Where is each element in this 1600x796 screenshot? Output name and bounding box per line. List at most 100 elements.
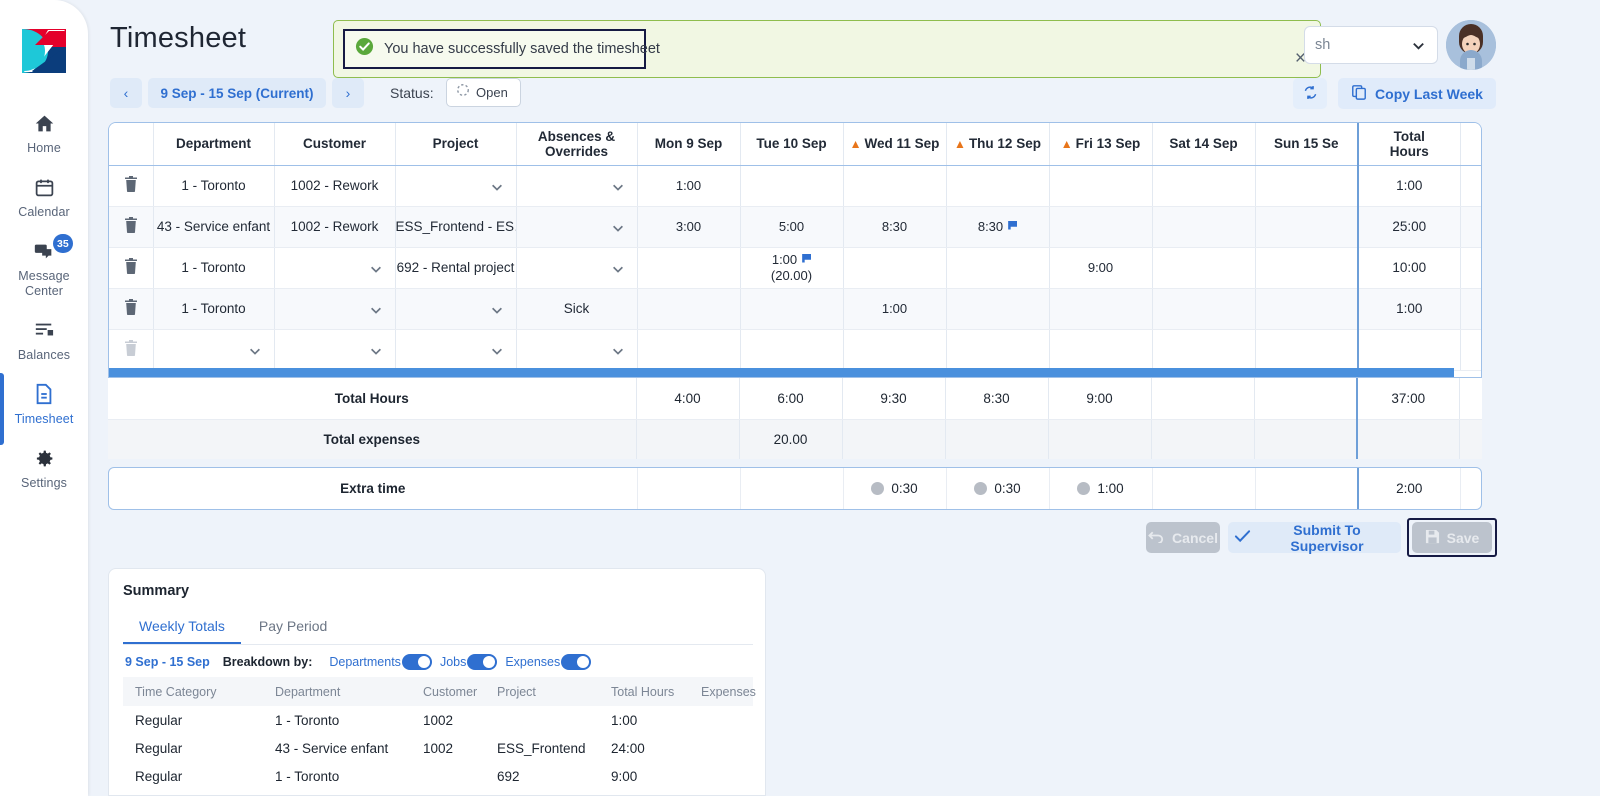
cancel-button[interactable]: Cancel [1146, 522, 1220, 553]
cell-department[interactable]: 1 - Toronto [153, 165, 275, 207]
cell-department[interactable]: 1 - Toronto [153, 247, 275, 289]
extra-time-row: Extra time 0:30 0:30 1:00 2:00 [109, 468, 1481, 509]
cell-hours-wed[interactable]: 1:00 [843, 288, 947, 330]
cell-project[interactable]: ESS_Frontend - ES… [395, 206, 517, 248]
sidebar-item-calendar[interactable]: Calendar [0, 164, 88, 228]
toggle-switch-0[interactable] [401, 654, 432, 670]
trash-icon[interactable] [124, 176, 138, 195]
cell-absences[interactable] [516, 329, 638, 371]
cell-customer[interactable]: 1002 - Rework [274, 165, 396, 207]
period-selector-button[interactable]: 9 Sep - 15 Sep (Current) [148, 78, 326, 108]
cell-hours-tue[interactable] [740, 165, 844, 207]
delete-row-button[interactable] [109, 206, 154, 248]
cell-customer[interactable] [274, 247, 396, 289]
delete-row-button[interactable] [109, 247, 154, 289]
chevron-down-icon[interactable] [611, 180, 625, 197]
cell-hours-fri[interactable] [1049, 165, 1153, 207]
delete-row-button[interactable] [109, 165, 154, 207]
delete-row-button[interactable] [109, 288, 154, 330]
toggle-switch-2[interactable] [561, 654, 592, 670]
trash-icon[interactable] [124, 299, 138, 318]
cell-absences[interactable]: Sick [516, 288, 638, 330]
cell-hours-fri[interactable] [1049, 206, 1153, 248]
copy-last-week-button[interactable]: Copy Last Week [1338, 78, 1496, 109]
cell-hours-sun[interactable] [1255, 165, 1359, 207]
cell-hours-tue[interactable]: 1:00 (20.00) [740, 247, 844, 289]
comment-flag-icon[interactable] [1008, 220, 1018, 230]
cell-hours-sun[interactable] [1255, 288, 1359, 330]
cell-hours-tue[interactable] [740, 288, 844, 330]
horizontal-scrollbar[interactable] [109, 368, 1454, 377]
cell-hours-fri[interactable]: 9:00 [1049, 247, 1153, 289]
cell-hours-sat[interactable] [1152, 288, 1256, 330]
cell-hours-wed[interactable]: 8:30 [843, 206, 947, 248]
chevron-down-icon[interactable] [248, 344, 262, 361]
cell-hours-sun[interactable] [1255, 329, 1359, 371]
chevron-down-icon[interactable] [369, 344, 383, 361]
cell-hours-sat[interactable] [1152, 206, 1256, 248]
cell-customer[interactable] [274, 288, 396, 330]
cell-hours-sat[interactable] [1152, 165, 1256, 207]
cell-absences[interactable] [516, 165, 638, 207]
cell-department[interactable]: 43 - Service enfant [153, 206, 275, 248]
cell-hours-mon[interactable] [636, 329, 741, 371]
cell-hours-fri[interactable] [1049, 288, 1153, 330]
cell-project[interactable] [395, 329, 517, 371]
comment-flag-icon[interactable] [802, 253, 812, 263]
chevron-down-icon[interactable] [490, 180, 504, 197]
refresh-button[interactable] [1293, 78, 1327, 109]
cell-hours-sun[interactable] [1255, 247, 1359, 289]
cell-hours-sun[interactable] [1255, 206, 1359, 248]
cell-hours-mon[interactable] [636, 247, 741, 289]
sidebar-item-settings[interactable]: Settings [0, 435, 88, 499]
chevron-down-icon[interactable] [611, 221, 625, 238]
chevron-down-icon[interactable] [490, 344, 504, 361]
chevron-down-icon[interactable] [369, 303, 383, 320]
cell-hours-wed[interactable] [843, 165, 947, 207]
cell-hours-sat[interactable] [1152, 329, 1256, 371]
cell-hours-thu[interactable] [946, 247, 1050, 289]
sidebar-item-home[interactable]: Home [0, 100, 88, 164]
chevron-down-icon[interactable] [490, 303, 504, 320]
cell-hours-wed[interactable] [843, 247, 947, 289]
cell-department[interactable]: 1 - Toronto [153, 288, 275, 330]
cell-department[interactable] [153, 329, 275, 371]
sidebar-item-message-center[interactable]: 35 Message Center [0, 228, 88, 307]
cell-project[interactable] [395, 288, 517, 330]
cell-hours-mon[interactable] [636, 288, 741, 330]
avatar[interactable] [1446, 20, 1496, 70]
sidebar-item-timesheet[interactable]: Timesheet [0, 371, 88, 445]
cell-absences[interactable] [516, 206, 638, 248]
cell-hours-thu[interactable]: 8:30 [946, 206, 1050, 248]
trash-icon[interactable] [124, 258, 138, 277]
cell-project[interactable]: 692 - Rental project [395, 247, 517, 289]
sidebar-item-balances[interactable]: Balances [0, 307, 88, 371]
toggle-switch-1[interactable] [467, 654, 498, 670]
chevron-down-icon[interactable] [611, 344, 625, 361]
totals-expenses-tue: 20.00 [739, 419, 843, 459]
cell-hours-mon[interactable]: 1:00 [636, 165, 741, 207]
cell-customer[interactable]: 1002 - Rework [274, 206, 396, 248]
cell-hours-mon[interactable]: 3:00 [636, 206, 741, 248]
save-button[interactable]: Save [1412, 522, 1492, 553]
prev-period-button[interactable]: ‹ [110, 78, 142, 108]
cell-hours-tue[interactable] [740, 329, 844, 371]
language-select[interactable]: sh [1304, 26, 1438, 64]
cell-customer[interactable] [274, 329, 396, 371]
chevron-down-icon[interactable] [369, 262, 383, 279]
summary-tab-0[interactable]: Weekly Totals [123, 615, 241, 644]
cell-hours-fri[interactable] [1049, 329, 1153, 371]
chevron-down-icon[interactable] [611, 262, 625, 279]
cell-hours-thu[interactable] [946, 288, 1050, 330]
cell-hours-thu[interactable] [946, 165, 1050, 207]
cell-hours-wed[interactable] [843, 329, 947, 371]
cell-hours-thu[interactable] [946, 329, 1050, 371]
cell-project[interactable] [395, 165, 517, 207]
cell-hours-tue[interactable]: 5:00 [740, 206, 844, 248]
cell-hours-sat[interactable] [1152, 247, 1256, 289]
next-period-button[interactable]: › [332, 78, 364, 108]
trash-icon[interactable] [124, 217, 138, 236]
summary-tab-1[interactable]: Pay Period [243, 615, 343, 644]
cell-absences[interactable] [516, 247, 638, 289]
submit-to-supervisor-button[interactable]: Submit To Supervisor [1228, 522, 1401, 554]
